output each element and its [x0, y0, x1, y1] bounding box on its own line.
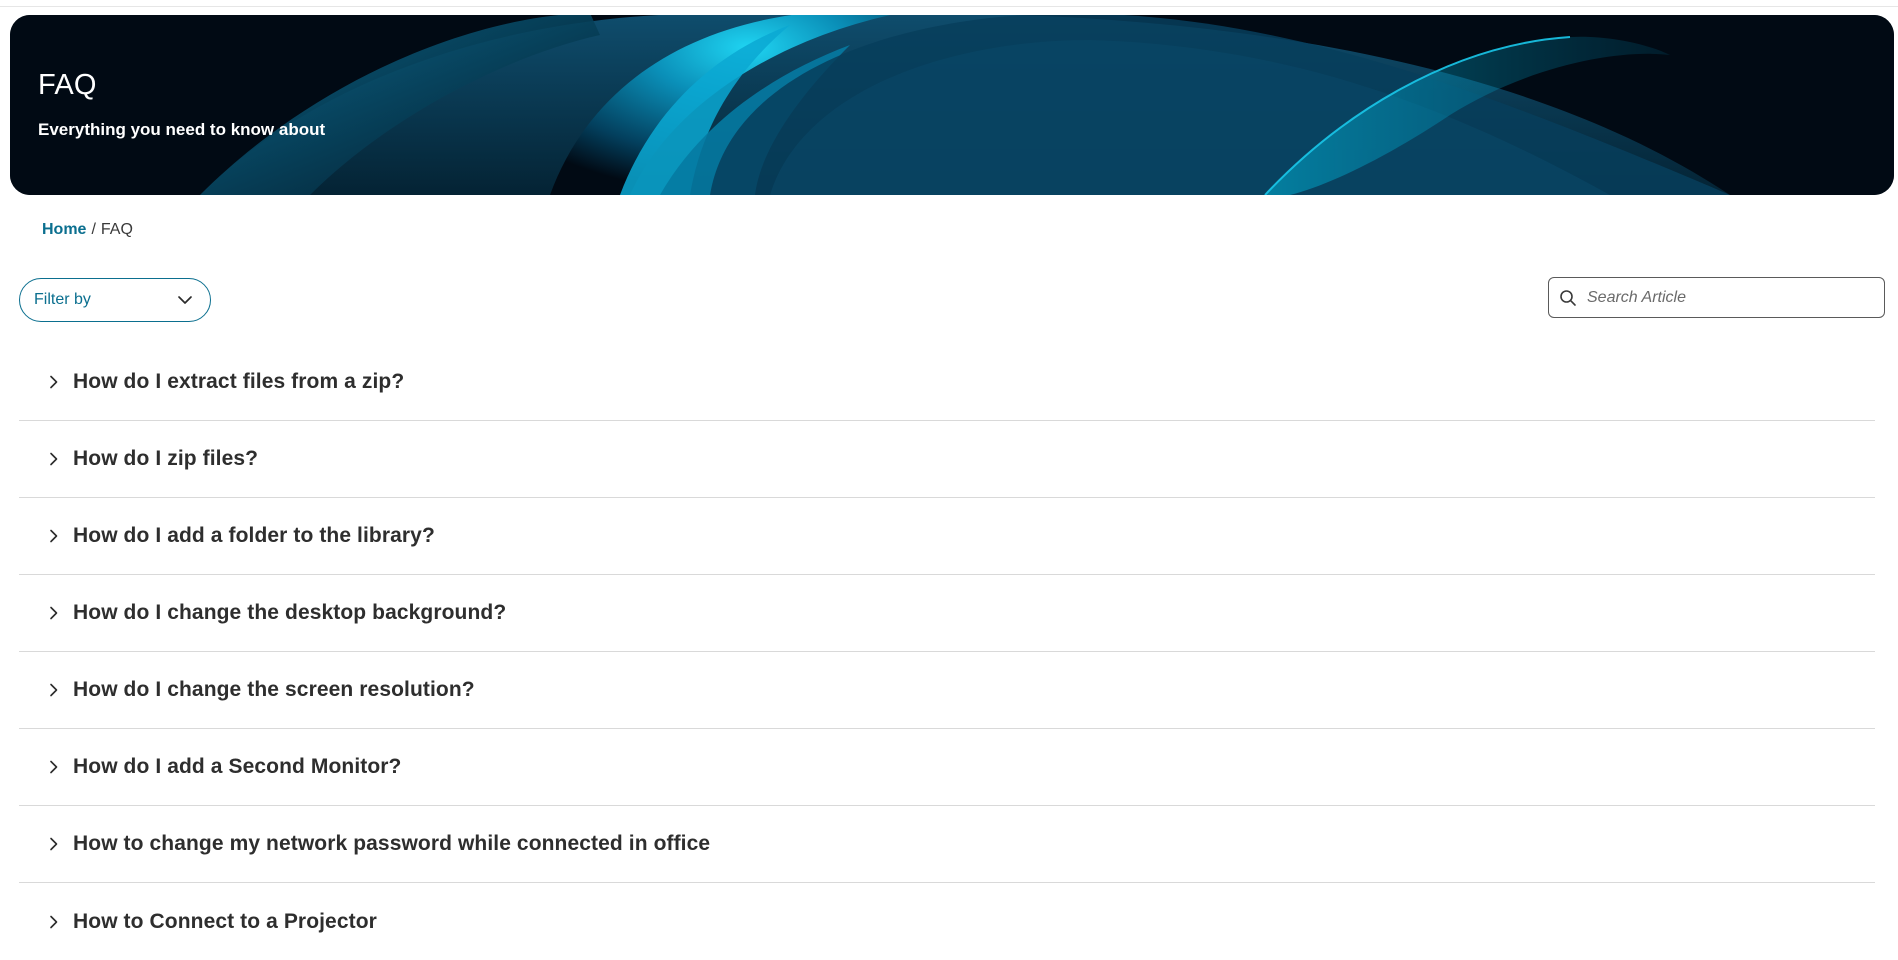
chevron-right-icon	[50, 452, 58, 466]
faq-question: How to change my network password while …	[73, 832, 711, 855]
chevron-right-icon	[50, 375, 58, 389]
chevron-right-icon	[50, 606, 58, 620]
page-subtitle: Everything you need to know about	[38, 120, 326, 139]
faq-item[interactable]: How do I extract files from a zip?	[19, 344, 1875, 421]
faq-question: How to Connect to a Projector	[73, 909, 377, 933]
faq-question: How do I zip files?	[73, 447, 259, 470]
faq-question: How do I change the screen resolution?	[73, 678, 475, 701]
filter-label: Filter by	[34, 291, 91, 308]
faq-item[interactable]: How do I change the screen resolution?	[19, 652, 1875, 729]
chevron-right-icon	[50, 760, 58, 774]
faq-question: How do I extract files from a zip?	[73, 370, 405, 393]
breadcrumb-home-link[interactable]: Home	[42, 221, 86, 238]
search-box	[1548, 277, 1885, 318]
breadcrumb: Home / FAQ	[42, 221, 133, 239]
chevron-right-icon	[50, 683, 58, 697]
faq-item[interactable]: How to change my network password while …	[19, 806, 1875, 883]
faq-item[interactable]: How do I zip files?	[19, 421, 1875, 498]
faq-list: How do I extract files from a zip? How d…	[19, 344, 1875, 960]
faq-item[interactable]: How do I add a folder to the library?	[19, 498, 1875, 575]
chevron-right-icon	[50, 837, 58, 851]
breadcrumb-separator: /	[91, 221, 96, 238]
search-input[interactable]	[1585, 287, 1874, 308]
top-rule	[0, 0, 1898, 7]
faq-item[interactable]: How do I change the desktop background?	[19, 575, 1875, 652]
filter-dropdown[interactable]: Filter by	[19, 278, 211, 322]
faq-question: How do I add a folder to the library?	[73, 524, 435, 547]
faq-item[interactable]: How do I add a Second Monitor?	[19, 729, 1875, 806]
hero-background-art	[10, 15, 1894, 195]
page-title: FAQ	[38, 69, 97, 101]
breadcrumb-current: FAQ	[100, 221, 133, 238]
chevron-right-icon	[50, 529, 58, 543]
faq-question: How do I add a Second Monitor?	[73, 755, 402, 778]
chevron-down-icon	[178, 296, 192, 304]
hero-banner: FAQ Everything you need to know about	[10, 15, 1894, 195]
faq-item[interactable]: How to Connect to a Projector	[19, 883, 1875, 960]
search-icon	[1560, 289, 1576, 306]
chevron-right-icon	[50, 915, 58, 928]
faq-question: How do I change the desktop background?	[73, 601, 507, 624]
